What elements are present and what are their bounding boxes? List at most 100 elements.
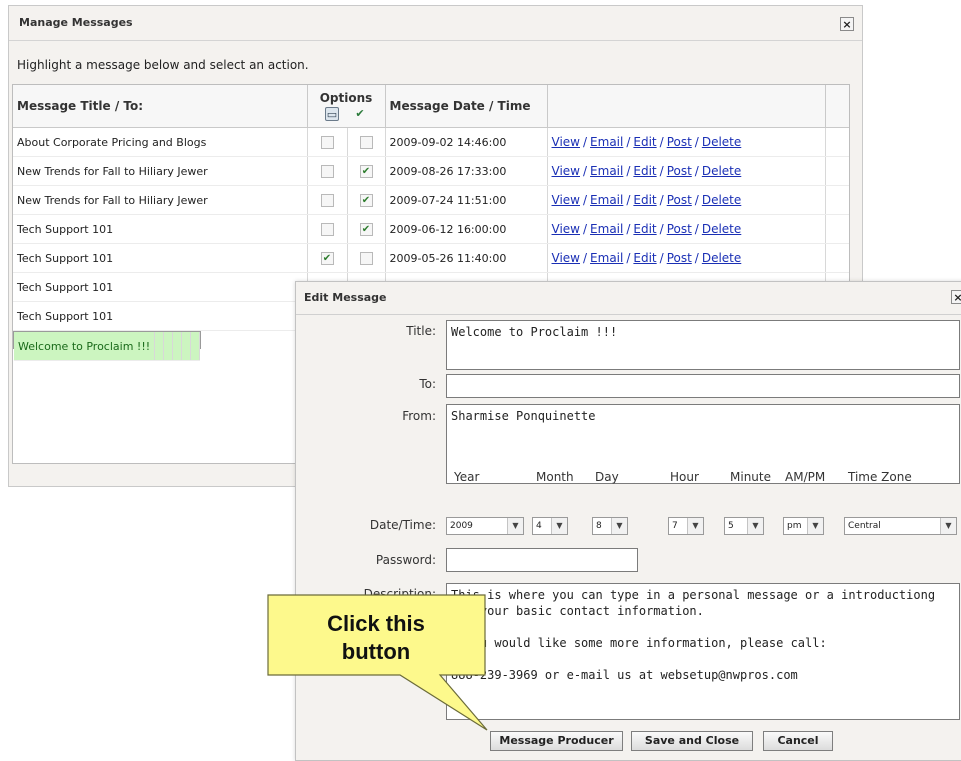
- ampm-header: AM/PM: [785, 470, 826, 484]
- hour-header: Hour: [670, 470, 699, 484]
- approve-checkbox[interactable]: [359, 135, 373, 149]
- email-link[interactable]: Email: [590, 193, 623, 207]
- approve-checkbox[interactable]: ✔: [359, 222, 373, 236]
- link-separator: /: [659, 251, 664, 265]
- row-date: 2009-07-24 11:51:00: [385, 185, 548, 215]
- edit-link[interactable]: Edit: [633, 193, 656, 207]
- link-separator: /: [626, 193, 631, 207]
- link-separator: /: [626, 222, 631, 236]
- table-row[interactable]: New Trends for Fall to Hiliary Jewer ✔ 200…: [13, 156, 849, 186]
- table-row[interactable]: Tech Support 101 ✔ 2009-05-26 11:40:00 View…: [13, 243, 849, 273]
- row-title[interactable]: About Corporate Pricing and Blogs: [13, 127, 308, 157]
- callout-line-2: button: [341, 639, 411, 664]
- email-link[interactable]: Email: [590, 251, 623, 265]
- to-field[interactable]: [446, 374, 960, 398]
- month-header: Month: [536, 470, 574, 484]
- hour-select[interactable]: 7 ▼: [668, 517, 704, 535]
- col-header-title[interactable]: Message Title / To:: [13, 85, 308, 128]
- minute-select[interactable]: 5 ▼: [724, 517, 764, 535]
- edit-link[interactable]: Edit: [633, 251, 656, 265]
- chevron-down-icon: ▼: [940, 518, 956, 534]
- year-select[interactable]: 2009 ▼: [446, 517, 524, 535]
- hour-value: 7: [672, 521, 678, 531]
- delete-link[interactable]: Delete: [702, 193, 741, 207]
- view-link[interactable]: View: [552, 251, 580, 265]
- edit-message-dialog: Edit Message × Title: Welcome to Proclai…: [295, 281, 961, 761]
- email-link[interactable]: Email: [590, 135, 623, 149]
- chevron-down-icon: ▼: [611, 518, 627, 534]
- post-link[interactable]: Post: [667, 135, 692, 149]
- edit-close-icon[interactable]: ×: [951, 290, 961, 304]
- email-link[interactable]: Email: [590, 222, 623, 236]
- month-select[interactable]: 4 ▼: [532, 517, 568, 535]
- table-row[interactable]: Tech Support 101 ✔ 2009-06-12 16:00:00 View…: [13, 214, 849, 244]
- chevron-down-icon: ▼: [551, 518, 567, 534]
- table-row[interactable]: About Corporate Pricing and Blogs 2009-09…: [13, 127, 849, 157]
- view-link[interactable]: View: [552, 222, 580, 236]
- row-date: 2009-08-26 17:33:00: [385, 156, 548, 186]
- title-field[interactable]: Welcome to Proclaim !!!: [446, 320, 960, 370]
- message-producer-button[interactable]: Message Producer: [490, 731, 623, 751]
- link-separator: /: [626, 135, 631, 149]
- print-checkbox[interactable]: [320, 193, 334, 207]
- row-title[interactable]: Tech Support 101: [13, 214, 308, 244]
- delete-link[interactable]: Delete: [702, 222, 741, 236]
- post-link[interactable]: Post: [667, 251, 692, 265]
- edit-link[interactable]: Edit: [633, 164, 656, 178]
- row-date: 2009-05-26 11:40:00: [385, 243, 548, 273]
- post-link[interactable]: Post: [667, 222, 692, 236]
- delete-link[interactable]: Delete: [702, 251, 741, 265]
- col-header-scroll: [825, 85, 849, 128]
- row-title[interactable]: New Trends for Fall to Hiliary Jewer: [13, 156, 308, 186]
- edit-title: Edit Message: [304, 291, 387, 304]
- view-link[interactable]: View: [552, 164, 580, 178]
- delete-link[interactable]: Delete: [702, 164, 741, 178]
- view-link[interactable]: View: [552, 135, 580, 149]
- day-value: 8: [596, 521, 602, 531]
- link-separator: /: [694, 164, 699, 178]
- view-link[interactable]: View: [552, 193, 580, 207]
- link-separator: /: [626, 251, 631, 265]
- email-link[interactable]: Email: [590, 164, 623, 178]
- edit-titlebar: Edit Message ×: [296, 282, 961, 315]
- print-checkbox[interactable]: ✔: [320, 251, 334, 265]
- row-title[interactable]: New Trends for Fall to Hiliary Jewer: [13, 185, 308, 215]
- day-select[interactable]: 8 ▼: [592, 517, 628, 535]
- row-date: 2009-09-02 14:46:00: [385, 127, 548, 157]
- link-separator: /: [583, 193, 588, 207]
- year-value: 2009: [450, 521, 473, 531]
- row-title[interactable]: Tech Support 101: [13, 243, 308, 273]
- print-checkbox[interactable]: [320, 135, 334, 149]
- link-separator: /: [583, 164, 588, 178]
- row-title[interactable]: Tech Support 101: [13, 272, 308, 302]
- print-checkbox[interactable]: [320, 164, 334, 178]
- chevron-down-icon: ▼: [687, 518, 703, 534]
- manage-close-icon[interactable]: ×: [840, 17, 854, 31]
- delete-link[interactable]: Delete: [702, 135, 741, 149]
- edit-link[interactable]: Edit: [633, 222, 656, 236]
- link-separator: /: [626, 164, 631, 178]
- edit-link[interactable]: Edit: [633, 135, 656, 149]
- description-field[interactable]: This is where you can type in a personal…: [446, 583, 960, 720]
- ampm-select[interactable]: pm ▼: [783, 517, 824, 535]
- col-header-date[interactable]: Message Date / Time: [385, 85, 548, 128]
- approve-checkbox[interactable]: ✔: [359, 164, 373, 178]
- row-title[interactable]: Tech Support 101: [13, 301, 308, 331]
- timezone-value: Central: [848, 521, 881, 531]
- cancel-button[interactable]: Cancel: [763, 731, 833, 751]
- post-link[interactable]: Post: [667, 193, 692, 207]
- row-title[interactable]: Welcome to Proclaim !!!: [14, 332, 156, 361]
- options-label: Options: [319, 91, 373, 105]
- post-link[interactable]: Post: [667, 164, 692, 178]
- link-separator: /: [694, 193, 699, 207]
- datetime-label: Date/Time:: [369, 518, 436, 532]
- table-row[interactable]: Welcome to Proclaim !!!: [13, 331, 202, 361]
- approve-checkbox[interactable]: [359, 251, 373, 265]
- timezone-select[interactable]: Central ▼: [844, 517, 957, 535]
- print-checkbox[interactable]: [320, 222, 334, 236]
- save-and-close-button[interactable]: Save and Close: [631, 731, 753, 751]
- approve-checkbox[interactable]: ✔: [359, 193, 373, 207]
- password-field[interactable]: [446, 548, 638, 572]
- chevron-down-icon: ▼: [747, 518, 763, 534]
- table-row[interactable]: New Trends for Fall to Hiliary Jewer ✔ 200…: [13, 185, 849, 215]
